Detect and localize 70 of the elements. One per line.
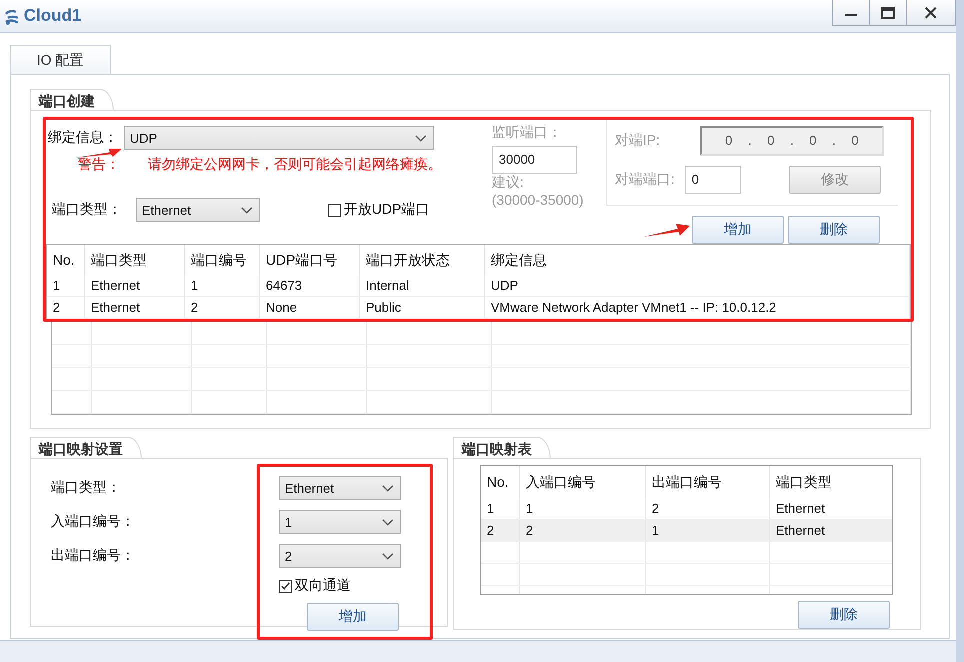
hint-text: (30000-35000): [492, 192, 585, 208]
table-cell: Ethernet: [85, 275, 185, 296]
caret-icon: [382, 484, 394, 492]
table-cell: 2: [481, 520, 520, 541]
caret-icon: [382, 518, 394, 526]
dropdown[interactable]: 1: [279, 510, 401, 534]
selected-row[interactable]: 2 2 1 Ethernet: [481, 520, 892, 542]
table-cell: Internal: [360, 275, 485, 296]
caret-icon: [382, 552, 394, 560]
minimize-button[interactable]: [832, 0, 870, 26]
field-label: 端口类型：: [52, 201, 122, 219]
column-header[interactable]: No.: [47, 245, 85, 275]
hint-label: 建议:: [492, 174, 525, 192]
field-label: 监听端口：: [492, 124, 563, 142]
table-cell: 1: [520, 498, 646, 519]
warning-label: 警告：: [78, 156, 120, 174]
maximize-icon: [881, 6, 895, 18]
checkbox[interactable]: [279, 580, 292, 592]
push-button[interactable]: 增加: [307, 603, 399, 631]
field-label: 出端口编号：: [51, 547, 135, 565]
column-header[interactable]: 端口类型: [85, 245, 185, 275]
table-cell: 64673: [260, 275, 360, 296]
table-cell: Ethernet: [85, 297, 185, 318]
table-cell: None: [260, 297, 360, 318]
checkbox-label: 双向通道: [295, 577, 351, 595]
caret-icon: [415, 134, 427, 142]
close-button[interactable]: [906, 0, 956, 26]
column-header[interactable]: 端口类型: [770, 466, 892, 498]
dropdown[interactable]: 2: [279, 544, 401, 568]
field-label: 对端IP:: [615, 132, 660, 150]
field-label: 对端端口:: [615, 171, 675, 189]
checkbox[interactable]: [328, 204, 341, 216]
column-header[interactable]: No.: [481, 466, 520, 498]
field-label: 绑定信息：: [48, 129, 118, 147]
dropdown[interactable]: Ethernet: [279, 476, 401, 500]
close-icon: [925, 6, 937, 18]
caret-icon: [241, 206, 253, 214]
table-cell: 2: [47, 297, 85, 318]
column-header[interactable]: 端口编号: [185, 245, 260, 275]
table-cell: UDP: [485, 275, 910, 296]
table-cell: 1: [646, 520, 770, 541]
column-header[interactable]: UDP端口号: [260, 245, 360, 275]
column-header[interactable]: 入端口编号: [520, 466, 646, 498]
table-cell: 2: [185, 297, 260, 318]
table-cell: Ethernet: [770, 520, 892, 541]
push-button[interactable]: 增加: [692, 216, 784, 244]
column-header[interactable]: 出端口编号: [646, 466, 770, 498]
column-header[interactable]: 端口开放状态: [360, 245, 485, 275]
push-button[interactable]: 删除: [788, 216, 880, 244]
table-cell: 2: [520, 520, 646, 541]
table-cell: 1: [185, 275, 260, 296]
table-cell: Ethernet: [770, 498, 892, 519]
table-cell: 1: [47, 275, 85, 296]
table-cell: Public: [360, 297, 485, 318]
table-cell: 2: [646, 498, 770, 519]
field-label: 入端口编号：: [51, 513, 135, 531]
checkbox-label: 开放UDP端口: [344, 201, 430, 219]
field-label: 端口类型：: [51, 479, 121, 497]
port-type-dropdown[interactable]: Ethernet: [136, 198, 260, 222]
warning-text: 请勿绑定公网网卡，否则可能会引起网络瘫痪。: [148, 156, 442, 174]
tab[interactable]: IO 配置: [10, 45, 111, 74]
push-button[interactable]: 删除: [798, 601, 890, 629]
group-title: 端口创建: [30, 89, 114, 111]
group-title: 端口映射设置: [30, 437, 142, 459]
window-title: Cloud1: [24, 6, 82, 26]
table-cell: 1: [481, 498, 520, 519]
column-header[interactable]: 绑定信息: [485, 245, 910, 275]
table-cell: VMware Network Adapter VMnet1 -- IP: 10.0.12.2: [485, 297, 910, 318]
group-title: 端口映射表: [453, 437, 551, 459]
binding-dropdown[interactable]: UDP: [124, 126, 434, 150]
